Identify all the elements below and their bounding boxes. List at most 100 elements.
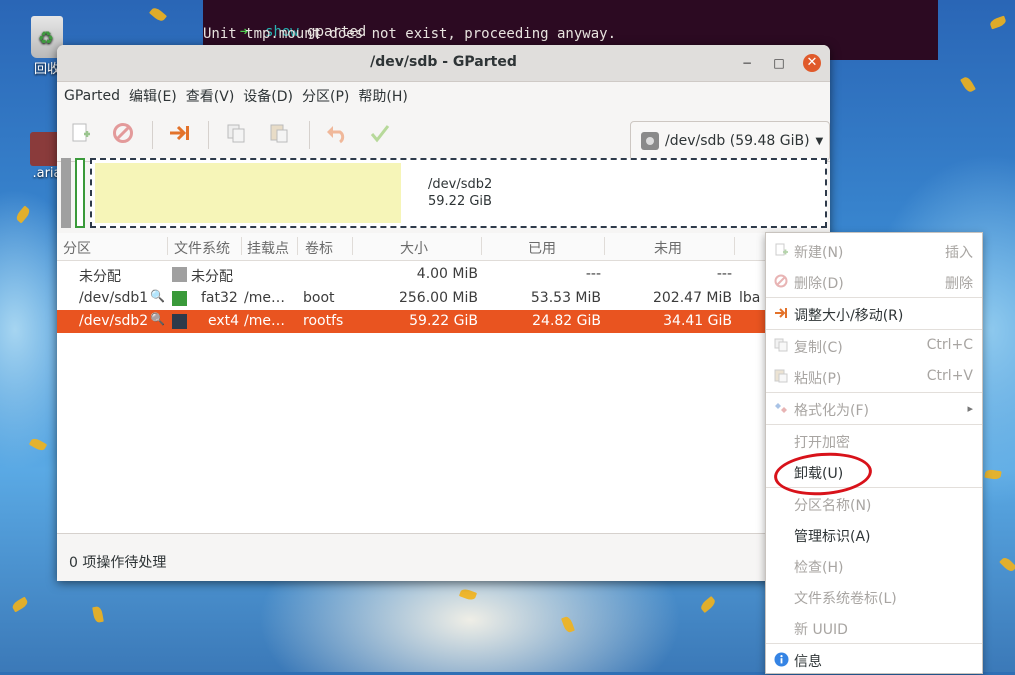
leaf-decoration	[988, 15, 1008, 30]
fs-color-swatch	[172, 314, 187, 329]
menu-item-open-encryption[interactable]: 打开加密	[766, 425, 982, 456]
menu-help[interactable]: 帮助(H)	[357, 86, 415, 106]
menu-item-new-uuid[interactable]: 新 UUID	[766, 612, 982, 643]
column-divider	[297, 237, 298, 255]
undo-icon[interactable]	[325, 121, 349, 145]
menu-view[interactable]: 查看(V)	[185, 86, 243, 106]
cell-filesystem: fat32	[201, 290, 238, 306]
status-bar: 0 项操作待处理	[57, 533, 830, 581]
gparted-window: /dev/sdb - GParted − □ ✕ GParted 编辑(E) 查…	[57, 45, 830, 581]
cell-label: rootfs	[303, 313, 344, 329]
column-divider	[352, 237, 353, 255]
paste-icon[interactable]	[267, 121, 291, 145]
menu-item-fs-label[interactable]: 文件系统卷标(L)	[766, 581, 982, 612]
cell-partition: /dev/sdb1	[79, 290, 149, 306]
paste-icon	[773, 369, 789, 385]
visual-used-fill	[95, 163, 401, 223]
column-divider	[734, 237, 735, 255]
menu-edit[interactable]: 编辑(E)	[128, 86, 185, 106]
terminal-output: Unit tmp.mount does not exist, proceedin…	[203, 26, 617, 42]
resize-move-icon	[773, 306, 789, 322]
cell-size: 59.22 GiB	[409, 313, 478, 329]
chevron-down-icon: ▼	[815, 135, 824, 147]
col-partition[interactable]: 分区	[63, 238, 91, 258]
visual-unallocated[interactable]	[61, 158, 71, 228]
cell-used: 24.82 GiB	[532, 313, 601, 329]
menu-item-copy[interactable]: 复制(C) Ctrl+C	[766, 330, 982, 361]
menu-bar: GParted 编辑(E) 查看(V) 设备(D) 分区(P) 帮助(H)	[57, 82, 830, 109]
cell-label: boot	[303, 290, 335, 306]
toolbar-separator	[309, 121, 310, 149]
title-bar[interactable]: /dev/sdb - GParted − □ ✕	[57, 45, 830, 82]
resize-move-icon[interactable]	[168, 121, 192, 145]
leaf-decoration	[148, 5, 168, 24]
delete-icon	[773, 274, 789, 290]
cell-partition: 未分配	[79, 269, 121, 285]
menu-item-accel: Ctrl+V	[926, 368, 973, 384]
device-selector[interactable]: /dev/sdb (59.48 GiB) ▼	[630, 121, 830, 161]
copy-icon[interactable]	[224, 121, 248, 145]
submenu-arrow-icon: ▸	[967, 402, 973, 415]
menu-item-resize-move[interactable]: 调整大小/移动(R)	[766, 298, 982, 329]
cell-size: 4.00 MiB	[416, 266, 478, 282]
column-divider	[481, 237, 482, 255]
cell-flags: lba	[739, 290, 761, 306]
cell-filesystem: 未分配	[191, 269, 233, 285]
col-size[interactable]: 大小	[400, 238, 428, 258]
apply-icon[interactable]	[368, 121, 392, 145]
column-divider	[604, 237, 605, 255]
minimize-button[interactable]: −	[738, 54, 756, 72]
window-title: /dev/sdb - GParted	[370, 54, 517, 70]
cell-unused: 34.41 GiB	[663, 313, 732, 329]
menu-item-format-as[interactable]: 格式化为(F) ▸	[766, 393, 982, 424]
new-partition-icon[interactable]	[69, 121, 93, 145]
menu-item-manage-flags[interactable]: 管理标识(A)	[766, 519, 982, 550]
menu-item-paste[interactable]: 粘贴(P) Ctrl+V	[766, 361, 982, 392]
menu-item-delete[interactable]: 删除(D) 删除	[766, 266, 982, 297]
table-header: 分区 文件系统 挂载点 卷标 大小 已用 未用	[57, 233, 830, 261]
close-button[interactable]: ✕	[803, 54, 821, 72]
device-selector-label: /dev/sdb (59.48 GiB)	[665, 133, 810, 149]
table-row[interactable]: /dev/sdb1 🔍 fat32 /me… boot 256.00 MiB 5…	[57, 287, 830, 310]
cell-mountpoint: /me…	[244, 290, 285, 306]
menu-item-label: 删除(D)	[794, 276, 844, 292]
visual-sdb2[interactable]: /dev/sdb2 59.22 GiB	[90, 158, 827, 228]
col-mountpoint[interactable]: 挂载点	[247, 238, 289, 258]
cell-unused: 202.47 MiB	[652, 290, 732, 306]
menu-item-label: 粘贴(P)	[794, 371, 842, 387]
cell-unused: ---	[716, 266, 732, 282]
column-divider	[167, 237, 168, 255]
menu-device[interactable]: 设备(D)	[242, 86, 301, 106]
menu-item-accel: 插入	[945, 245, 973, 261]
visual-sdb1[interactable]	[75, 158, 85, 228]
menu-item-label: 新 UUID	[794, 622, 848, 638]
col-unused[interactable]: 未用	[654, 238, 682, 258]
toolbar: /dev/sdb (59.48 GiB) ▼	[57, 109, 830, 162]
table-row[interactable]: 未分配 未分配 4.00 MiB --- ---	[57, 263, 830, 286]
cell-filesystem: ext4	[208, 313, 240, 329]
info-icon	[773, 652, 789, 668]
menu-partition[interactable]: 分区(P)	[301, 86, 357, 106]
maximize-button[interactable]: □	[770, 54, 788, 72]
menu-item-check[interactable]: 检查(H)	[766, 550, 982, 581]
col-filesystem[interactable]: 文件系统	[174, 238, 230, 258]
menu-item-information[interactable]: 信息	[766, 644, 982, 675]
leaf-decoration	[984, 468, 1002, 481]
column-divider	[241, 237, 242, 255]
menu-gparted[interactable]: GParted	[63, 88, 128, 104]
visual-label: /dev/sdb2 59.22 GiB	[428, 176, 492, 210]
visual-partition-size: 59.22 GiB	[428, 194, 492, 209]
cell-mountpoint: /me…	[244, 313, 285, 329]
col-label[interactable]: 卷标	[305, 238, 333, 258]
menu-item-accel: 删除	[945, 276, 973, 292]
leaf-decoration	[92, 605, 104, 624]
delete-icon[interactable]	[111, 121, 135, 145]
menu-item-label: 打开加密	[794, 435, 850, 451]
key-icon: 🔍	[150, 289, 165, 303]
table-row-selected[interactable]: /dev/sdb2 🔍 ext4 /me… rootfs 59.22 GiB 2…	[57, 310, 830, 333]
col-used[interactable]: 已用	[528, 238, 556, 258]
cell-used: ---	[585, 266, 601, 282]
pending-operations: 0 项操作待处理	[69, 555, 167, 571]
harddisk-icon	[641, 132, 659, 150]
menu-item-new[interactable]: 新建(N) 插入	[766, 235, 982, 266]
